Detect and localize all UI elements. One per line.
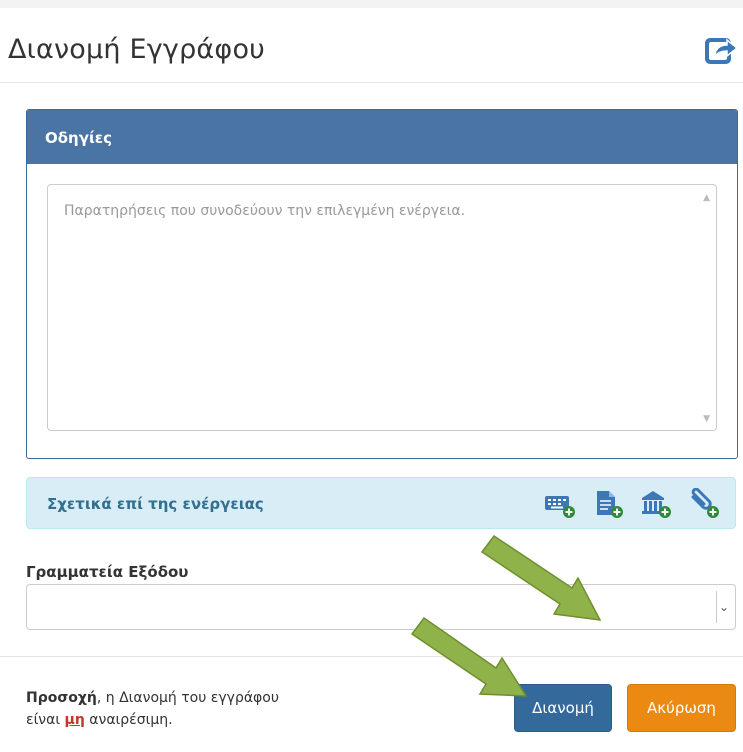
warning-label: Προσοχή bbox=[26, 690, 97, 706]
warning-text-line2-start: είναι bbox=[26, 712, 65, 728]
related-actions-panel: Σχετικά επί της ενέργειας bbox=[26, 477, 736, 529]
secretariat-label: Γραμματεία Εξόδου bbox=[26, 563, 189, 581]
irreversible-warning: Προσοχή, η Διανομή του εγγράφου είναι μη… bbox=[26, 687, 279, 731]
warning-text-line1: , η Διανομή του εγγράφου bbox=[96, 690, 279, 706]
remarks-placeholder: Παρατηρήσεις που συνοδεύουν την επιλεγμέ… bbox=[64, 203, 466, 219]
annotation-arrow-button bbox=[410, 616, 528, 697]
cancel-button[interactable]: Ακύρωση bbox=[627, 684, 736, 732]
document-add-icon[interactable] bbox=[591, 488, 625, 520]
scroll-down-icon[interactable]: ▼ bbox=[703, 414, 710, 424]
related-actions-icons bbox=[543, 488, 721, 520]
modal-title: Διανομή Εγγράφου bbox=[8, 34, 265, 65]
share-icon[interactable] bbox=[703, 32, 739, 66]
warning-emphasis: μη bbox=[64, 712, 85, 728]
top-strip bbox=[0, 0, 743, 8]
modal-footer: Προσοχή, η Διανομή του εγγράφου είναι μη… bbox=[0, 656, 743, 752]
attachment-add-icon[interactable] bbox=[687, 488, 721, 520]
chevron-down-icon[interactable]: ⌄ bbox=[716, 591, 731, 623]
warning-text-line2-end: αναιρέσιμη. bbox=[84, 712, 173, 728]
distribute-document-modal: Διανομή Εγγράφου Οδηγίες Παρατηρήσεις πο… bbox=[0, 8, 743, 751]
instructions-panel: Οδηγίες Παρατηρήσεις που συνοδεύουν την … bbox=[26, 109, 738, 459]
scroll-up-icon[interactable]: ▲ bbox=[703, 193, 710, 203]
secretariat-select[interactable]: ⌄ bbox=[26, 584, 736, 630]
institution-add-icon[interactable] bbox=[639, 488, 673, 520]
keyboard-add-icon[interactable] bbox=[543, 488, 577, 520]
remarks-textarea[interactable]: Παρατηρήσεις που συνοδεύουν την επιλεγμέ… bbox=[47, 184, 717, 431]
instructions-title: Οδηγίες bbox=[27, 110, 737, 164]
modal-header: Διανομή Εγγράφου bbox=[0, 8, 743, 83]
related-actions-label: Σχετικά επί της ενέργειας bbox=[47, 495, 264, 513]
